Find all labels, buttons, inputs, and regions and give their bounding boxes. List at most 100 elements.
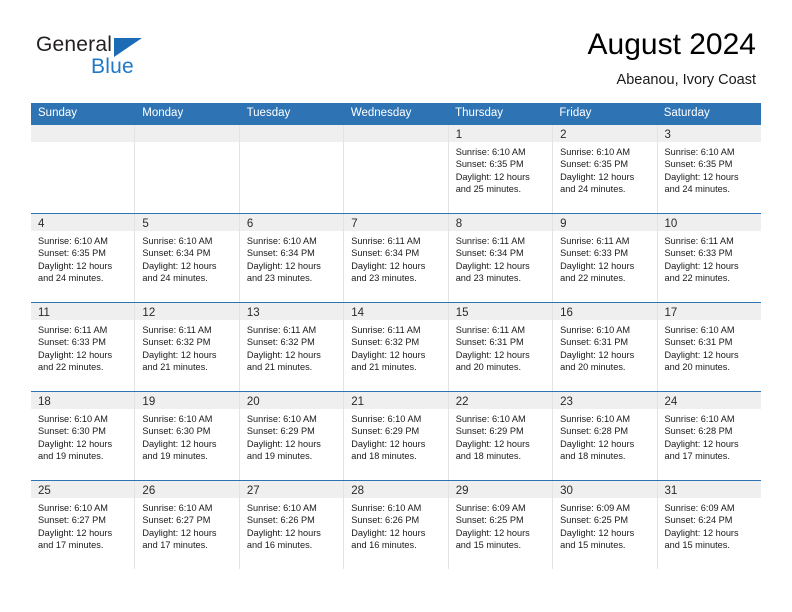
sunset-text: Sunset: 6:31 PM <box>664 337 733 348</box>
calendar-day-cell[interactable]: 23 Sunrise: 6:10 AM Sunset: 6:28 PM Dayligh… <box>553 392 658 480</box>
calendar-day-cell[interactable]: 8 Sunrise: 6:11 AM Sunset: 6:34 PM Daylight… <box>448 214 554 302</box>
calendar-week-row: 1 Sunrise: 6:10 AM Sunset: 6:35 PM Daylight… <box>31 124 761 213</box>
sunset-text: Sunset: 6:26 PM <box>351 515 420 526</box>
sunrise-text: Sunrise: 6:11 AM <box>560 236 630 246</box>
calendar-day-cell[interactable]: 4 Sunrise: 6:10 AM Sunset: 6:35 PM Daylight… <box>31 214 136 302</box>
daylight-text: and 19 minutes. <box>246 451 313 462</box>
weekday-header-thursday: Thursday <box>455 107 504 119</box>
day-number-bar: 14 <box>344 303 448 320</box>
calendar-day-cell[interactable]: 3 Sunrise: 6:10 AM Sunset: 6:35 PM Daylight… <box>657 125 761 213</box>
calendar-day-cell[interactable]: 21 Sunrise: 6:10 AM Sunset: 6:29 PM Dayligh… <box>344 392 449 480</box>
day-details: Sunrise: 6:10 AM Sunset: 6:35 PM Daylight:… <box>31 231 134 285</box>
daylight-text: Daylight: 12 hours <box>455 527 530 538</box>
calendar-day-cell[interactable]: 7 Sunrise: 6:11 AM Sunset: 6:34 PM Daylight… <box>344 214 449 302</box>
calendar-day-cell[interactable]: 5 Sunrise: 6:10 AM Sunset: 6:34 PM Daylight… <box>135 214 240 302</box>
calendar-day-cell[interactable]: 10 Sunrise: 6:11 AM Sunset: 6:33 PM Dayligh… <box>657 214 761 302</box>
calendar-day-cell[interactable]: 11 Sunrise: 6:11 AM Sunset: 6:33 PM Dayligh… <box>31 303 136 391</box>
sunrise-text: Sunrise: 6:10 AM <box>455 414 526 424</box>
day-number: 25 <box>38 485 51 497</box>
daylight-text: and 17 minutes. <box>142 540 208 551</box>
calendar-day-cell[interactable]: 24 Sunrise: 6:10 AM Sunset: 6:28 PM Dayligh… <box>657 392 761 480</box>
sunrise-text: Sunrise: 6:09 AM <box>664 503 735 513</box>
calendar-day-cell[interactable]: 19 Sunrise: 6:10 AM Sunset: 6:30 PM Dayligh… <box>135 392 240 480</box>
day-number-bar: 15 <box>448 303 553 320</box>
day-number: 24 <box>664 396 678 408</box>
calendar-day-cell[interactable]: 26 Sunrise: 6:10 AM Sunset: 6:27 PM Dayligh… <box>135 481 240 569</box>
day-number-bar: 31 <box>657 481 761 498</box>
general-blue-logo[interactable]: General Blue <box>36 33 216 85</box>
logo-text-blue: Blue <box>91 55 134 78</box>
calendar-day-cell[interactable]: 9 Sunrise: 6:11 AM Sunset: 6:33 PM Daylight… <box>553 214 658 302</box>
sunset-text: Sunset: 6:28 PM <box>560 426 629 437</box>
day-details: Sunrise: 6:10 AM Sunset: 6:28 PM Daylight:… <box>658 409 761 463</box>
daylight-text: and 20 minutes. <box>664 362 730 373</box>
day-number-bar: 21 <box>344 392 448 409</box>
daylight-text: Daylight: 12 hours <box>142 260 217 271</box>
day-details: Sunrise: 6:10 AM Sunset: 6:29 PM Daylight:… <box>240 409 343 463</box>
day-number: 3 <box>664 129 671 141</box>
sunrise-text: Sunrise: 6:10 AM <box>246 236 317 246</box>
day-number: 11 <box>38 307 50 319</box>
calendar-day-cell[interactable]: 14 Sunrise: 6:11 AM Sunset: 6:32 PM Dayligh… <box>344 303 449 391</box>
sunrise-text: Sunrise: 6:10 AM <box>664 414 735 424</box>
sunrise-text: Sunrise: 6:10 AM <box>351 503 422 513</box>
day-number: 30 <box>560 485 573 497</box>
day-details: Sunrise: 6:10 AM Sunset: 6:35 PM Daylight:… <box>553 142 656 196</box>
day-details: Sunrise: 6:10 AM Sunset: 6:34 PM Daylight:… <box>240 231 343 285</box>
daylight-text: Daylight: 12 hours <box>246 260 321 271</box>
sunrise-text: Sunrise: 6:10 AM <box>142 503 213 513</box>
calendar-day-cell[interactable]: 16 Sunrise: 6:10 AM Sunset: 6:31 PM Dayligh… <box>553 303 658 391</box>
calendar-day-cell[interactable]: 17 Sunrise: 6:10 AM Sunset: 6:31 PM Dayligh… <box>657 303 761 391</box>
day-details: Sunrise: 6:11 AM Sunset: 6:33 PM Daylight:… <box>553 231 656 285</box>
calendar-day-cell[interactable]: 2 Sunrise: 6:10 AM Sunset: 6:35 PM Daylight… <box>553 125 658 213</box>
calendar-day-cell[interactable]: 28 Sunrise: 6:10 AM Sunset: 6:26 PM Dayligh… <box>344 481 449 569</box>
day-number: 9 <box>560 218 567 230</box>
sunrise-text: Sunrise: 6:10 AM <box>38 503 108 513</box>
day-details: Sunrise: 6:11 AM Sunset: 6:32 PM Daylight:… <box>240 320 343 374</box>
calendar-day-cell[interactable]: 22 Sunrise: 6:10 AM Sunset: 6:29 PM Dayligh… <box>448 392 554 480</box>
calendar-day-cell[interactable]: 12 Sunrise: 6:11 AM Sunset: 6:32 PM Dayligh… <box>135 303 240 391</box>
day-number: 5 <box>142 218 149 230</box>
calendar-day-cell[interactable]: 30 Sunrise: 6:09 AM Sunset: 6:25 PM Dayligh… <box>553 481 658 569</box>
daylight-text: and 23 minutes. <box>455 273 522 284</box>
day-number: 31 <box>664 485 678 497</box>
calendar-day-cell[interactable]: 29 Sunrise: 6:09 AM Sunset: 6:25 PM Dayligh… <box>448 481 554 569</box>
calendar-day-cell[interactable]: 1 Sunrise: 6:10 AM Sunset: 6:35 PM Daylight… <box>448 125 554 213</box>
daylight-text: Daylight: 12 hours <box>142 438 217 449</box>
calendar-day-cell[interactable]: 15 Sunrise: 6:11 AM Sunset: 6:31 PM Dayligh… <box>448 303 554 391</box>
page-header: General Blue August 2024 Abeanou, Ivory … <box>0 0 792 100</box>
daylight-text: and 21 minutes. <box>351 362 417 373</box>
day-number: 29 <box>455 485 469 497</box>
calendar-day-cell[interactable]: 31 Sunrise: 6:09 AM Sunset: 6:24 PM Dayligh… <box>657 481 761 569</box>
day-details <box>240 142 343 146</box>
daylight-text: Daylight: 12 hours <box>38 260 113 271</box>
calendar-day-cell[interactable]: 25 Sunrise: 6:10 AM Sunset: 6:27 PM Dayligh… <box>31 481 136 569</box>
day-number: 2 <box>560 129 567 141</box>
daylight-text: and 22 minutes. <box>664 273 730 284</box>
daylight-text: Daylight: 12 hours <box>560 438 635 449</box>
calendar-day-cell[interactable]: 18 Sunrise: 6:10 AM Sunset: 6:30 PM Dayligh… <box>31 392 136 480</box>
sunrise-text: Sunrise: 6:10 AM <box>560 414 631 424</box>
day-details <box>135 142 238 146</box>
day-number-bar: 25 <box>31 481 135 498</box>
calendar-day-cell[interactable]: 13 Sunrise: 6:11 AM Sunset: 6:32 PM Dayligh… <box>239 303 345 391</box>
day-number: 22 <box>455 396 469 408</box>
sunrise-text: Sunrise: 6:10 AM <box>560 325 631 335</box>
daylight-text: Daylight: 12 hours <box>664 527 739 538</box>
day-number: 4 <box>38 218 45 230</box>
day-details: Sunrise: 6:10 AM Sunset: 6:26 PM Daylight:… <box>344 498 447 552</box>
calendar-grid: Sunday Monday Tuesday Wednesday Thursday Frid… <box>31 103 761 569</box>
daylight-text: Daylight: 12 hours <box>455 349 530 360</box>
calendar-day-cell[interactable]: 27 Sunrise: 6:10 AM Sunset: 6:26 PM Dayligh… <box>239 481 345 569</box>
calendar-day-cell[interactable]: 6 Sunrise: 6:10 AM Sunset: 6:34 PM Daylight… <box>239 214 345 302</box>
daylight-text: Daylight: 12 hours <box>351 527 426 538</box>
daylight-text: and 24 minutes. <box>38 273 104 284</box>
calendar-week-row: 18 Sunrise: 6:10 AM Sunset: 6:30 PM Dayligh… <box>31 391 761 480</box>
day-number: 1 <box>455 129 463 141</box>
sunrise-text: Sunrise: 6:10 AM <box>351 414 422 424</box>
day-details <box>31 142 134 146</box>
calendar-day-cell[interactable]: 20 Sunrise: 6:10 AM Sunset: 6:29 PM Dayligh… <box>239 392 345 480</box>
daylight-text: and 18 minutes. <box>351 451 417 462</box>
day-number-bar <box>135 125 239 142</box>
daylight-text: Daylight: 12 hours <box>351 349 426 360</box>
